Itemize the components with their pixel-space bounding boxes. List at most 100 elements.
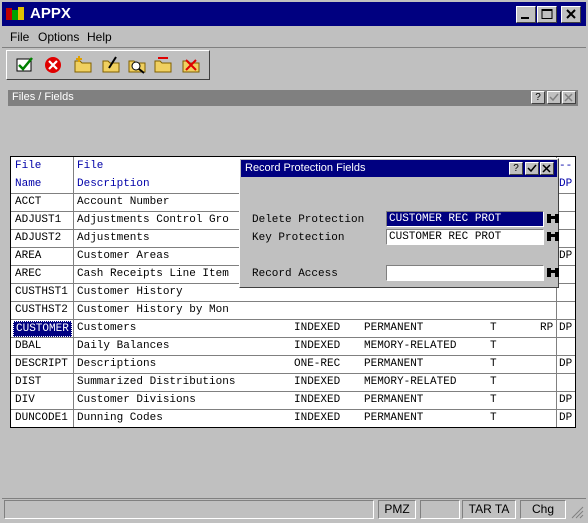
cell-t-flag: T bbox=[490, 340, 497, 352]
help-button[interactable]: ? bbox=[531, 91, 545, 104]
cell-rp-flag: RP bbox=[540, 322, 554, 334]
cell-t-flag: T bbox=[490, 358, 497, 370]
cell-description: Dunning Codes bbox=[77, 412, 163, 424]
delete-record-icon[interactable] bbox=[180, 55, 202, 75]
header-file-description-2: Description bbox=[77, 178, 150, 190]
resize-grip-icon[interactable] bbox=[570, 505, 584, 519]
cancel-button[interactable] bbox=[562, 91, 576, 104]
app-title: APPX bbox=[30, 5, 71, 22]
key-protection-label: Key Protection bbox=[252, 232, 345, 244]
dialog-help-button[interactable]: ? bbox=[509, 162, 523, 175]
cell-description: Summarized Distributions bbox=[77, 376, 236, 388]
menu-bar: File Options Help bbox=[2, 27, 586, 47]
table-row[interactable]: DIST Summarized Distributions INDEXED MEMOR… bbox=[11, 373, 575, 392]
record-protection-dialog: Record Protection Fields ? Delete Protec… bbox=[239, 158, 559, 288]
dialog-ok-button[interactable] bbox=[525, 162, 539, 175]
table-row[interactable]: DESCRIPT Descriptions ONE-REC PERMANENT T DP bbox=[11, 355, 575, 374]
delete-protection-label: Delete Protection bbox=[252, 214, 365, 226]
cell-file-type: MEMORY-RELATED bbox=[364, 376, 457, 388]
table-row[interactable]: DBAL Daily Balances INDEXED MEMORY-RELATED T bbox=[11, 337, 575, 356]
binoculars-icon[interactable] bbox=[544, 229, 562, 245]
close-icon bbox=[542, 164, 551, 173]
header-dp: DP bbox=[559, 178, 573, 190]
table-row[interactable]: DUNCODE1 Dunning Codes INDEXED PERMANENT T DP bbox=[11, 409, 575, 428]
inquire-record-icon[interactable] bbox=[126, 55, 148, 75]
cell-description: Daily Balances bbox=[77, 340, 170, 352]
status-chg: Chg bbox=[520, 500, 566, 519]
key-protection-field[interactable]: CUSTOMER REC PROT bbox=[386, 229, 544, 245]
table-row[interactable]: DIV Customer Divisions INDEXED PERMANENT T DP bbox=[11, 391, 575, 410]
status-message bbox=[4, 500, 374, 519]
cell-file-name: DUNCODE1 bbox=[15, 412, 68, 424]
cell-t-flag: T bbox=[490, 376, 497, 388]
cell-file-type: MEMORY-RELATED bbox=[364, 340, 457, 352]
cell-description: Adjustments bbox=[77, 232, 150, 244]
cell-file-type: PERMANENT bbox=[364, 322, 424, 334]
cell-description: Customers bbox=[77, 322, 137, 334]
menu-options[interactable]: Options bbox=[38, 30, 79, 44]
status-divider bbox=[2, 498, 586, 499]
delete-protection-value: CUSTOMER REC PROT bbox=[389, 213, 502, 225]
binoculars-icon[interactable] bbox=[544, 265, 562, 281]
cell-file-name: ACCT bbox=[15, 196, 42, 208]
window-title: Files / Fields bbox=[12, 91, 74, 103]
cell-description: Customer Areas bbox=[77, 250, 170, 262]
cell-file-name: AREA bbox=[15, 250, 42, 262]
cell-dp-flag: DP bbox=[559, 358, 573, 370]
delete-protection-field[interactable]: CUSTOMER REC PROT bbox=[386, 211, 544, 227]
cell-organization: INDEXED bbox=[294, 412, 341, 424]
header-last: -- bbox=[559, 160, 573, 172]
cell-dp-flag: DP bbox=[559, 394, 573, 406]
confirm-check-icon[interactable] bbox=[14, 55, 36, 75]
app-logo-icon bbox=[6, 7, 24, 20]
table-row[interactable]: CUSTHST2 Customer History by Mon bbox=[11, 301, 575, 320]
cell-file-name: CUSTHST1 bbox=[15, 286, 68, 298]
scan-record-icon[interactable] bbox=[152, 55, 174, 75]
menu-divider bbox=[2, 47, 586, 48]
menu-file[interactable]: File bbox=[10, 30, 29, 44]
cell-organization: INDEXED bbox=[294, 340, 341, 352]
check-icon bbox=[549, 93, 559, 102]
cell-file-name: ADJUST2 bbox=[15, 232, 62, 244]
cell-organization: INDEXED bbox=[294, 394, 341, 406]
cell-organization: INDEXED bbox=[294, 376, 341, 388]
menu-help[interactable]: Help bbox=[87, 30, 112, 44]
cell-file-name: CUSTOMER bbox=[13, 321, 72, 337]
table-row[interactable]: CUSTOMER Customers INDEXED PERMANENT T RP DP bbox=[11, 319, 575, 338]
minimize-button[interactable] bbox=[516, 6, 536, 23]
cell-t-flag: T bbox=[490, 322, 497, 334]
cell-file-name: ADJUST1 bbox=[15, 214, 62, 226]
cell-t-flag: T bbox=[490, 412, 497, 424]
status-tar: TAR TA bbox=[462, 500, 516, 519]
dialog-title: Record Protection Fields bbox=[245, 162, 366, 174]
cell-description: Account Number bbox=[77, 196, 170, 208]
record-access-field[interactable] bbox=[386, 265, 544, 281]
close-icon bbox=[564, 93, 573, 102]
close-button[interactable] bbox=[561, 6, 581, 23]
title-bar[interactable]: APPX bbox=[2, 2, 586, 26]
header-file-name-2: Name bbox=[15, 178, 42, 190]
cell-file-type: PERMANENT bbox=[364, 358, 424, 370]
cell-file-type: PERMANENT bbox=[364, 412, 424, 424]
cell-organization: INDEXED bbox=[294, 322, 341, 334]
header-file-description: File bbox=[77, 160, 104, 172]
maximize-button[interactable] bbox=[537, 6, 557, 23]
cell-description: Customer History bbox=[77, 286, 183, 298]
cell-dp-flag: DP bbox=[559, 250, 573, 262]
binoculars-icon[interactable] bbox=[544, 211, 562, 227]
cell-file-name: DIST bbox=[15, 376, 42, 388]
cell-file-name: DIV bbox=[15, 394, 35, 406]
check-icon bbox=[527, 164, 537, 173]
cell-description: Customer Divisions bbox=[77, 394, 196, 406]
cancel-icon[interactable] bbox=[42, 55, 64, 75]
files-fields-title-bar[interactable]: Files / Fields bbox=[8, 90, 578, 106]
status-pmz: PMZ bbox=[378, 500, 416, 519]
ok-button[interactable] bbox=[547, 91, 561, 104]
dialog-close-button[interactable] bbox=[540, 162, 554, 175]
maximize-icon bbox=[541, 9, 553, 19]
edit-record-icon[interactable] bbox=[100, 55, 122, 75]
cell-file-type: PERMANENT bbox=[364, 394, 424, 406]
add-record-icon[interactable] bbox=[72, 55, 94, 75]
cell-file-name: DBAL bbox=[15, 340, 42, 352]
header-file-name: File bbox=[15, 160, 42, 172]
